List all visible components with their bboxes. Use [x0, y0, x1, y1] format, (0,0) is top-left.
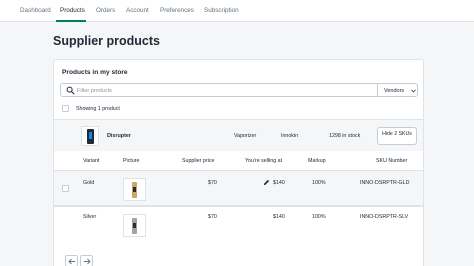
search-input[interactable]: [77, 85, 367, 96]
top-navigation: Dashboard Products Orders Account Prefer…: [0, 0, 474, 22]
product-name[interactable]: Disrupter: [107, 133, 131, 139]
tab-products[interactable]: Products: [60, 7, 85, 14]
search-icon: [66, 86, 75, 95]
tab-dashboard[interactable]: Dashboard: [20, 7, 51, 14]
tab-subscription[interactable]: Subscription: [204, 7, 239, 14]
pencil-icon[interactable]: [263, 179, 270, 186]
supplier-price: $70: [208, 180, 217, 186]
active-tab-indicator: [56, 20, 86, 22]
arrow-right-icon: [84, 258, 91, 265]
variant-row: Gold $70 $140 100% INNO-DSRPTR-GLD: [54, 170, 423, 206]
supplier-price: $70: [208, 214, 217, 220]
store-products-card: Products in my store Vendors Showing 1 p…: [53, 59, 424, 266]
variant-name: Gold: [83, 180, 95, 186]
product-type: Vaporizer: [234, 133, 257, 139]
variant-row: Silver $70 $140 100% INNO-DSRPTR-SLV: [54, 206, 423, 242]
select-all-checkbox[interactable]: [62, 105, 69, 112]
variant-name: Silver: [83, 214, 97, 220]
vendors-label: Vendors: [384, 88, 405, 94]
sku-number: INNO-DSRPTR-SLV: [360, 214, 409, 220]
column-header-supplier-price: Supplier price: [182, 158, 215, 164]
page-title: Supplier products: [53, 34, 160, 48]
product-vendor: Innokin: [281, 133, 299, 139]
column-header-picture: Picture: [123, 158, 140, 164]
markup-value: 100%: [312, 214, 326, 220]
next-page-button[interactable]: [80, 255, 93, 266]
tab-orders[interactable]: Orders: [96, 7, 115, 14]
column-header-selling-at: You're selling at: [245, 158, 283, 164]
column-header-markup: Markup: [308, 158, 326, 164]
tab-preferences[interactable]: Preferences: [160, 7, 194, 14]
column-header-variant: Variant: [83, 158, 100, 164]
product-row: Disrupter Vaporizer Innokin 1298 in stoc…: [54, 119, 423, 151]
vendors-dropdown[interactable]: Vendors: [377, 83, 418, 97]
variant-image: [123, 214, 146, 237]
product-stock: 1298 in stock: [329, 133, 361, 139]
arrow-left-icon: [68, 258, 75, 265]
variant-image: [123, 178, 146, 201]
variant-checkbox[interactable]: [62, 185, 69, 192]
hide-skus-button[interactable]: Hide 2 SKUs: [377, 127, 417, 145]
product-count-text: Showing 1 product: [76, 106, 120, 112]
search-field[interactable]: [60, 83, 379, 97]
selling-price[interactable]: $140: [273, 180, 285, 186]
product-image: [81, 126, 99, 146]
tab-account[interactable]: Account: [126, 7, 149, 14]
column-header-sku: SKU Number: [376, 158, 408, 164]
sku-number: INNO-DSRPTR-GLD: [360, 180, 410, 186]
previous-page-button[interactable]: [65, 255, 78, 266]
card-title: Products in my store: [62, 69, 128, 76]
chevron-down-icon: [411, 89, 416, 93]
selling-price[interactable]: $140: [273, 214, 285, 220]
markup-value: 100%: [312, 180, 326, 186]
